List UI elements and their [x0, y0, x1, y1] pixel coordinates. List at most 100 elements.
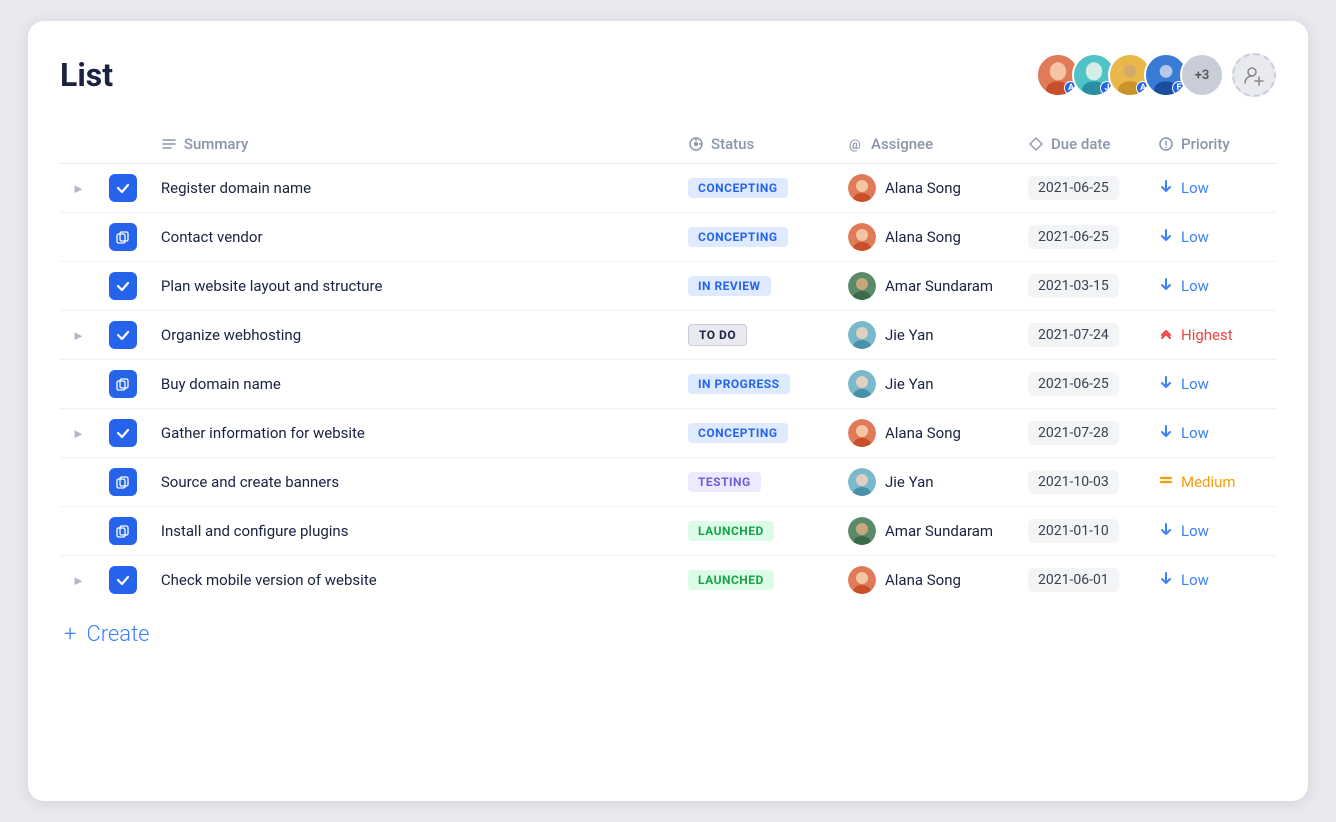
task-summary[interactable]: Check mobile version of website — [149, 556, 676, 605]
header: List A J — [60, 53, 1276, 97]
assignee-avatar — [848, 223, 876, 251]
task-icon-cell — [97, 409, 149, 458]
svg-text:@: @ — [849, 138, 861, 152]
task-status[interactable]: CONCEPTING — [676, 409, 836, 458]
priority-label: Medium — [1181, 473, 1236, 491]
task-status[interactable]: IN REVIEW — [676, 262, 836, 311]
table-row: Plan website layout and structureIN REVI… — [60, 262, 1276, 311]
task-assignee: Amar Sundaram — [836, 507, 1016, 556]
assignee-name: Alana Song — [885, 571, 961, 589]
status-icon — [688, 136, 704, 152]
assignee-name: Jie Yan — [885, 473, 934, 491]
page-title: List — [60, 56, 113, 94]
col-status-header[interactable]: Status — [676, 125, 836, 164]
task-assignee: Alana Song — [836, 213, 1016, 262]
task-priority: Medium — [1146, 458, 1276, 507]
task-due-date: 2021-03-15 — [1016, 262, 1146, 311]
expand-button[interactable]: ► — [60, 556, 97, 605]
list-card: List A J — [28, 21, 1308, 801]
task-summary[interactable]: Buy domain name — [149, 360, 676, 409]
assignee-name: Jie Yan — [885, 375, 934, 393]
priority-label: Low — [1181, 424, 1209, 442]
task-status[interactable]: LAUNCHED — [676, 556, 836, 605]
task-status[interactable]: IN PROGRESS — [676, 360, 836, 409]
assignee-avatar — [848, 272, 876, 300]
expand-button[interactable]: ► — [60, 409, 97, 458]
task-summary[interactable]: Install and configure plugins — [149, 507, 676, 556]
task-priority: Low — [1146, 213, 1276, 262]
task-summary[interactable]: Plan website layout and structure — [149, 262, 676, 311]
avatar-more[interactable]: +3 — [1180, 53, 1224, 97]
task-summary[interactable]: Contact vendor — [149, 213, 676, 262]
table-row: ► Organize webhostingTO DO Jie Yan 2021-… — [60, 311, 1276, 360]
assignee-icon: @ — [848, 136, 864, 152]
task-status[interactable]: CONCEPTING — [676, 213, 836, 262]
task-status[interactable]: LAUNCHED — [676, 507, 836, 556]
task-priority: Low — [1146, 164, 1276, 213]
task-status[interactable]: CONCEPTING — [676, 164, 836, 213]
task-priority: Low — [1146, 409, 1276, 458]
table-row: ► Register domain nameCONCEPTING Alana S… — [60, 164, 1276, 213]
add-member-button[interactable] — [1232, 53, 1276, 97]
task-due-date: 2021-06-25 — [1016, 164, 1146, 213]
task-status[interactable]: TESTING — [676, 458, 836, 507]
priority-label: Low — [1181, 179, 1209, 197]
duedate-icon — [1028, 136, 1044, 152]
priority-icon-cell — [1158, 178, 1174, 198]
task-summary[interactable]: Gather information for website — [149, 409, 676, 458]
priority-icon-cell — [1158, 423, 1174, 443]
col-assignee-header[interactable]: @ Assignee — [836, 125, 1016, 164]
task-priority: Highest — [1146, 311, 1276, 360]
expand-button[interactable]: ► — [60, 311, 97, 360]
task-assignee: Alana Song — [836, 556, 1016, 605]
task-icon-cell — [97, 556, 149, 605]
priority-icon-cell — [1158, 374, 1174, 394]
task-priority: Low — [1146, 360, 1276, 409]
priority-icon-cell — [1158, 276, 1174, 296]
col-expand-header — [60, 125, 97, 164]
task-icon-cell — [97, 360, 149, 409]
assignee-avatar — [848, 174, 876, 202]
task-icon-cell — [97, 262, 149, 311]
table-row: Install and configure pluginsLAUNCHED Am… — [60, 507, 1276, 556]
assignee-avatar — [848, 419, 876, 447]
task-due-date: 2021-06-25 — [1016, 360, 1146, 409]
task-due-date: 2021-01-10 — [1016, 507, 1146, 556]
assignee-avatar — [848, 321, 876, 349]
priority-label: Low — [1181, 277, 1209, 295]
create-label: Create — [86, 622, 149, 647]
priority-label: Low — [1181, 571, 1209, 589]
priority-icon-cell — [1158, 472, 1174, 492]
task-icon-cell — [97, 458, 149, 507]
assignee-name: Amar Sundaram — [885, 277, 993, 295]
priority-icon-cell — [1158, 325, 1174, 345]
assignee-avatar — [848, 370, 876, 398]
task-summary[interactable]: Register domain name — [149, 164, 676, 213]
col-priority-header[interactable]: Priority — [1146, 125, 1276, 164]
task-status[interactable]: TO DO — [676, 311, 836, 360]
task-summary[interactable]: Source and create banners — [149, 458, 676, 507]
assignee-avatar — [848, 517, 876, 545]
priority-icon-cell — [1158, 227, 1174, 247]
task-due-date: 2021-07-24 — [1016, 311, 1146, 360]
assignee-name: Alana Song — [885, 424, 961, 442]
task-icon-cell — [97, 164, 149, 213]
task-summary[interactable]: Organize webhosting — [149, 311, 676, 360]
task-assignee: Jie Yan — [836, 311, 1016, 360]
expand-button[interactable]: ► — [60, 164, 97, 213]
table-row: Buy domain nameIN PROGRESS Jie Yan 2021-… — [60, 360, 1276, 409]
create-row[interactable]: + Create — [60, 604, 1276, 647]
avatar-group: A J A — [1036, 53, 1276, 97]
col-summary-header[interactable]: Summary — [149, 125, 676, 164]
task-assignee: Jie Yan — [836, 360, 1016, 409]
priority-icon-cell — [1158, 570, 1174, 590]
table-row: ► Check mobile version of websiteLAUNCHE… — [60, 556, 1276, 605]
col-duedate-header[interactable]: Due date — [1016, 125, 1146, 164]
task-priority: Low — [1146, 556, 1276, 605]
assignee-avatar — [848, 468, 876, 496]
task-due-date: 2021-06-01 — [1016, 556, 1146, 605]
task-due-date: 2021-06-25 — [1016, 213, 1146, 262]
assignee-name: Amar Sundaram — [885, 522, 993, 540]
task-table: Summary Status — [60, 125, 1276, 604]
summary-icon — [161, 136, 177, 152]
